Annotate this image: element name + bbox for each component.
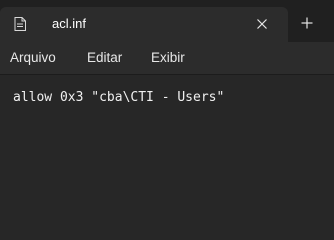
menu-exibir[interactable]: Exibir [151, 48, 185, 68]
plus-icon [301, 17, 313, 29]
menu-arquivo[interactable]: Arquivo [10, 48, 56, 68]
menu-bar: Arquivo Editar Exibir [0, 42, 334, 75]
close-icon[interactable] [250, 13, 274, 35]
editor-line: allow 0x3 "cba\CTI - Users" [13, 90, 225, 105]
document-icon [14, 16, 26, 31]
tab-title: acl.inf [52, 16, 86, 31]
new-tab-button[interactable] [294, 11, 320, 35]
title-bar: acl.inf [0, 0, 334, 42]
notepad-window: acl.inf Arquivo Editar Exibir allow 0x3 … [0, 0, 334, 201]
text-editor[interactable]: allow 0x3 "cba\CTI - Users" [0, 75, 334, 201]
menu-editar[interactable]: Editar [87, 48, 122, 68]
document-tab[interactable]: acl.inf [0, 7, 288, 42]
